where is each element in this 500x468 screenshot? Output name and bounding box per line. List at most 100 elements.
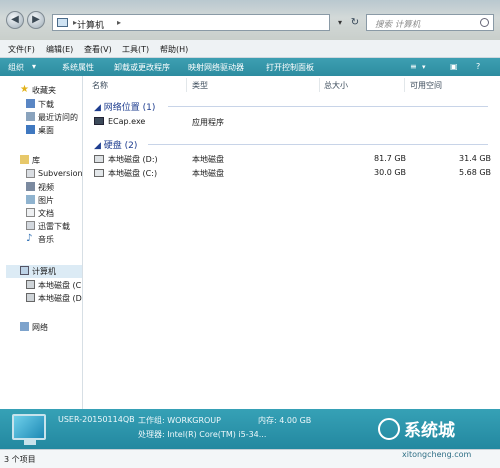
search-input[interactable]: 搜索 计算机	[366, 14, 494, 31]
open-control-panel-button[interactable]: 打开控制面板	[266, 62, 314, 73]
column-header-type[interactable]: 类型	[192, 80, 208, 91]
view-options-icon[interactable]: ≡	[410, 62, 417, 71]
sidebar-item-label: 音乐	[38, 235, 54, 244]
menu-bar: 文件(F) 编辑(E) 查看(V) 工具(T) 帮助(H)	[0, 40, 500, 58]
column-header-free-space[interactable]: 可用空间	[410, 80, 442, 91]
back-button[interactable]: ◀	[6, 11, 24, 29]
monitor-stand	[24, 440, 36, 445]
menu-tools[interactable]: 工具(T)	[122, 44, 149, 55]
sidebar-item-label: Subversion	[38, 169, 83, 178]
sidebar-item-label: 库	[32, 156, 40, 165]
sidebar-item-label: 视频	[38, 183, 54, 192]
item-name: 本地磁盘 (C:)	[108, 169, 158, 178]
address-dropdown-icon[interactable]: ▾	[333, 14, 347, 31]
table-row-drive-d[interactable]: 本地磁盘 (D:) 本地磁盘 81.7 GB 31.4 GB	[94, 154, 494, 166]
thunder-download-icon	[26, 221, 35, 230]
watermark-site: xitongcheng.com	[402, 450, 472, 459]
back-arrow-icon: ◀	[11, 14, 19, 25]
column-divider[interactable]	[186, 78, 187, 92]
star-icon: ★	[20, 84, 29, 95]
navigation-pane: ★ 收藏夹 下载 最近访问的 桌面 库 Subversion 视频 图片 文档 …	[0, 76, 83, 409]
sidebar-item-label: 文档	[38, 209, 54, 218]
sidebar-item-label: 收藏夹	[32, 86, 56, 95]
search-placeholder: 搜索 计算机	[375, 20, 421, 30]
column-divider[interactable]	[319, 78, 320, 92]
collapse-arrow-icon[interactable]: ◢	[94, 141, 101, 151]
hard-disk-icon	[26, 280, 35, 289]
processor: 处理器: Intel(R) Core(TM) i5-34...	[138, 430, 267, 439]
preview-pane-icon[interactable]: ▣	[450, 62, 458, 71]
computer-icon	[20, 266, 29, 275]
video-icon	[26, 182, 35, 191]
group-divider	[148, 144, 488, 145]
breadcrumb-chevron-icon[interactable]: ▸	[117, 18, 121, 27]
uninstall-program-button[interactable]: 卸载或更改程序	[114, 62, 170, 73]
file-list: 名称 类型 总大小 可用空间 ◢ 网络位置 (1) ECap.exe 应用程序 …	[84, 76, 500, 409]
item-type: 应用程序	[192, 118, 224, 127]
system-disk-icon	[94, 169, 104, 177]
group-header-hard-disks[interactable]: ◢ 硬盘 (2)	[94, 138, 137, 151]
menu-file[interactable]: 文件(F)	[8, 44, 35, 55]
item-count: 3 个项目	[4, 455, 36, 464]
group-header-label: 网络位置 (1)	[103, 103, 156, 113]
item-total-size: 81.7 GB	[374, 154, 407, 163]
address-bar[interactable]: ▸ 计算机 ▸	[52, 14, 330, 31]
item-type: 本地磁盘	[192, 169, 224, 178]
sidebar-item-computer[interactable]: 计算机	[6, 265, 82, 278]
sidebar-item-label: 本地磁盘 (D	[38, 294, 82, 303]
music-icon: ♪	[26, 233, 33, 244]
item-name: 本地磁盘 (D:)	[108, 155, 158, 164]
organize-button[interactable]: 组织	[8, 62, 24, 73]
command-bar: 组织 ▾ 系统属性 卸载或更改程序 映射网络驱动器 打开控制面板 ≡ ▾ ▣ ?	[0, 58, 500, 76]
column-divider[interactable]	[404, 78, 405, 92]
group-header-label: 硬盘 (2)	[103, 141, 138, 151]
application-icon	[94, 117, 104, 125]
computer-monitor-icon	[12, 414, 46, 440]
sidebar-item-label: 计算机	[32, 267, 56, 276]
item-free-space: 31.4 GB	[459, 154, 492, 163]
document-library-icon	[26, 169, 35, 178]
column-header-name[interactable]: 名称	[92, 80, 108, 91]
map-network-drive-button[interactable]: 映射网络驱动器	[188, 62, 244, 73]
sidebar-item-label: 下载	[38, 100, 54, 109]
sidebar-item-label: 桌面	[38, 126, 54, 135]
search-icon[interactable]	[480, 18, 489, 27]
recent-places-icon	[26, 112, 35, 121]
sidebar-item-label: 图片	[38, 196, 54, 205]
column-header-total-size[interactable]: 总大小	[324, 80, 348, 91]
organize-dropdown-icon[interactable]: ▾	[32, 62, 36, 71]
item-name: ECap.exe	[108, 117, 146, 126]
menu-help[interactable]: 帮助(H)	[160, 44, 188, 55]
workgroup: 工作组: WORKGROUP	[138, 416, 221, 425]
breadcrumb-computer[interactable]: 计算机	[77, 18, 104, 31]
brand-logo-icon	[378, 418, 400, 440]
collapse-arrow-icon[interactable]: ◢	[94, 103, 101, 113]
item-type: 本地磁盘	[192, 155, 224, 164]
forward-button[interactable]: ▶	[27, 11, 45, 29]
hard-disk-icon	[94, 155, 104, 163]
view-dropdown-icon[interactable]: ▾	[422, 63, 426, 71]
group-divider	[168, 106, 488, 107]
refresh-icon[interactable]: ↻	[347, 14, 363, 31]
menu-edit[interactable]: 编辑(E)	[46, 44, 73, 55]
sidebar-item-label: 迅雷下载	[38, 222, 70, 231]
menu-view[interactable]: 查看(V)	[84, 44, 112, 55]
system-properties-button[interactable]: 系统属性	[62, 62, 94, 73]
group-header-network-location[interactable]: ◢ 网络位置 (1)	[94, 100, 155, 113]
download-folder-icon	[26, 99, 35, 108]
pictures-icon	[26, 195, 35, 204]
watermark: 系统城 xitongcheng.com	[378, 412, 496, 462]
item-total-size: 30.0 GB	[374, 168, 407, 177]
sidebar-item-label: 本地磁盘 (C	[38, 281, 82, 290]
desktop-icon	[26, 125, 35, 134]
memory: 内存: 4.00 GB	[258, 416, 312, 425]
sidebar-item-label: 网络	[32, 323, 48, 332]
help-icon[interactable]: ?	[476, 62, 480, 71]
table-row-drive-c[interactable]: 本地磁盘 (C:) 本地磁盘 30.0 GB 5.68 GB	[94, 168, 494, 180]
watermark-brand: 系统城	[404, 421, 455, 441]
sidebar-item-label: 最近访问的	[38, 113, 78, 122]
title-bar: ◀ ▶ ▸ 计算机 ▸ ▾ ↻ 搜索 计算机	[0, 0, 500, 40]
computer-name: USER-20150114QB	[58, 415, 135, 424]
hard-disk-icon	[26, 293, 35, 302]
library-icon	[20, 155, 29, 164]
